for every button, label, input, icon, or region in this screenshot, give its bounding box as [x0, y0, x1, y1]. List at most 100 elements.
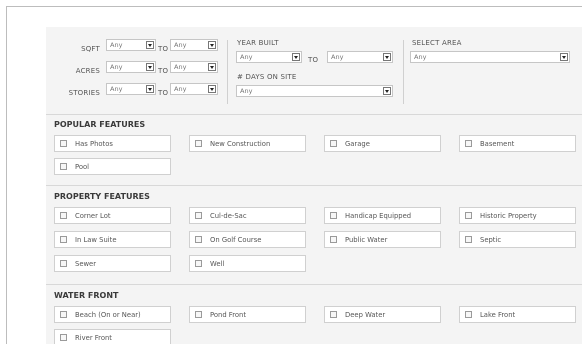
- feature-handicap-equipped[interactable]: Handicap Equipped: [324, 207, 441, 224]
- select-area-value: Any: [414, 53, 427, 61]
- checkbox-icon[interactable]: [465, 311, 472, 318]
- feature-sewer[interactable]: Sewer: [54, 255, 171, 272]
- days-on-site-select[interactable]: Any: [236, 85, 393, 97]
- stories-label: STORIES: [68, 89, 100, 97]
- checkbox-icon[interactable]: [60, 212, 67, 219]
- acres-label: ACRES: [75, 67, 100, 75]
- checkbox-icon[interactable]: [195, 140, 202, 147]
- days-on-site-label: # DAYS ON SITE: [237, 73, 297, 81]
- feature-label: Basement: [480, 140, 515, 148]
- stories-min-value: Any: [110, 85, 123, 93]
- feature-label: Has Photos: [75, 140, 113, 148]
- checkbox-icon[interactable]: [330, 236, 337, 243]
- acres-max-value: Any: [174, 63, 187, 71]
- year-built-min-select[interactable]: Any: [236, 51, 302, 63]
- feature-beach[interactable]: Beach (On or Near): [54, 306, 171, 323]
- search-filters-panel: [46, 27, 582, 347]
- feature-lake-front[interactable]: Lake Front: [459, 306, 576, 323]
- feature-label: Garage: [345, 140, 370, 148]
- bottom-edge: [0, 344, 582, 364]
- feature-label: Sewer: [75, 260, 97, 268]
- checkbox-icon[interactable]: [195, 236, 202, 243]
- feature-deep-water[interactable]: Deep Water: [324, 306, 441, 323]
- feature-cul-de-sac[interactable]: Cul-de-Sac: [189, 207, 306, 224]
- divider: [403, 40, 404, 104]
- feature-pool[interactable]: Pool: [54, 158, 171, 175]
- feature-in-law-suite[interactable]: In Law Suite: [54, 231, 171, 248]
- feature-label: On Golf Course: [210, 236, 262, 244]
- year-built-max-value: Any: [331, 53, 344, 61]
- section-title-water: WATER FRONT: [54, 291, 119, 300]
- feature-septic[interactable]: Septic: [459, 231, 576, 248]
- feature-label: Public Water: [345, 236, 388, 244]
- feature-label: Deep Water: [345, 311, 386, 319]
- feature-label: River Front: [75, 334, 112, 342]
- sqft-max-select[interactable]: Any: [170, 39, 218, 51]
- year-built-to-label: TO: [308, 56, 319, 64]
- checkbox-icon[interactable]: [60, 236, 67, 243]
- checkbox-icon[interactable]: [195, 260, 202, 267]
- acres-min-value: Any: [110, 63, 123, 71]
- checkbox-icon[interactable]: [465, 236, 472, 243]
- checkbox-icon[interactable]: [60, 140, 67, 147]
- feature-on-golf-course[interactable]: On Golf Course: [189, 231, 306, 248]
- select-area-label: SELECT AREA: [412, 39, 462, 47]
- feature-label: Septic: [480, 236, 502, 244]
- chevron-down-icon: [383, 53, 391, 61]
- feature-label: Beach (On or Near): [75, 311, 141, 319]
- stories-to-label: TO: [158, 89, 169, 97]
- checkbox-icon[interactable]: [60, 334, 67, 341]
- feature-label: Well: [210, 260, 225, 268]
- days-on-site-value: Any: [240, 87, 253, 95]
- acres-max-select[interactable]: Any: [170, 61, 218, 73]
- checkbox-icon[interactable]: [330, 311, 337, 318]
- feature-label: Cul-de-Sac: [210, 212, 247, 220]
- chevron-down-icon: [146, 41, 154, 49]
- divider: [227, 40, 228, 104]
- chevron-down-icon: [208, 85, 216, 93]
- checkbox-icon[interactable]: [330, 140, 337, 147]
- section-title-popular: POPULAR FEATURES: [54, 120, 146, 129]
- feature-label: Handicap Equipped: [345, 212, 412, 220]
- checkbox-icon[interactable]: [60, 260, 67, 267]
- feature-label: Corner Lot: [75, 212, 111, 220]
- feature-well[interactable]: Well: [189, 255, 306, 272]
- acres-min-select[interactable]: Any: [106, 61, 156, 73]
- feature-has-photos[interactable]: Has Photos: [54, 135, 171, 152]
- stories-min-select[interactable]: Any: [106, 83, 156, 95]
- sqft-min-select[interactable]: Any: [106, 39, 156, 51]
- feature-historic-property[interactable]: Historic Property: [459, 207, 576, 224]
- checkbox-icon[interactable]: [195, 212, 202, 219]
- feature-public-water[interactable]: Public Water: [324, 231, 441, 248]
- sqft-min-value: Any: [110, 41, 123, 49]
- chevron-down-icon: [146, 85, 154, 93]
- stories-max-select[interactable]: Any: [170, 83, 218, 95]
- chevron-down-icon: [146, 63, 154, 71]
- year-built-min-value: Any: [240, 53, 253, 61]
- checkbox-icon[interactable]: [60, 163, 67, 170]
- sqft-max-value: Any: [174, 41, 187, 49]
- feature-label: Pool: [75, 163, 90, 171]
- checkbox-icon[interactable]: [330, 212, 337, 219]
- feature-corner-lot[interactable]: Corner Lot: [54, 207, 171, 224]
- section-divider: [46, 114, 582, 115]
- feature-label: In Law Suite: [75, 236, 117, 244]
- chevron-down-icon: [208, 63, 216, 71]
- feature-label: Lake Front: [480, 311, 516, 319]
- select-area-select[interactable]: Any: [410, 51, 570, 63]
- feature-new-construction[interactable]: New Construction: [189, 135, 306, 152]
- feature-basement[interactable]: Basement: [459, 135, 576, 152]
- section-title-property: PROPERTY FEATURES: [54, 192, 150, 201]
- section-divider: [46, 185, 582, 186]
- feature-label: New Construction: [210, 140, 271, 148]
- checkbox-icon[interactable]: [465, 212, 472, 219]
- stories-max-value: Any: [174, 85, 187, 93]
- checkbox-icon[interactable]: [195, 311, 202, 318]
- feature-garage[interactable]: Garage: [324, 135, 441, 152]
- checkbox-icon[interactable]: [60, 311, 67, 318]
- checkbox-icon[interactable]: [465, 140, 472, 147]
- chevron-down-icon: [560, 53, 568, 61]
- year-built-max-select[interactable]: Any: [327, 51, 393, 63]
- feature-pond-front[interactable]: Pond Front: [189, 306, 306, 323]
- acres-to-label: TO: [158, 67, 169, 75]
